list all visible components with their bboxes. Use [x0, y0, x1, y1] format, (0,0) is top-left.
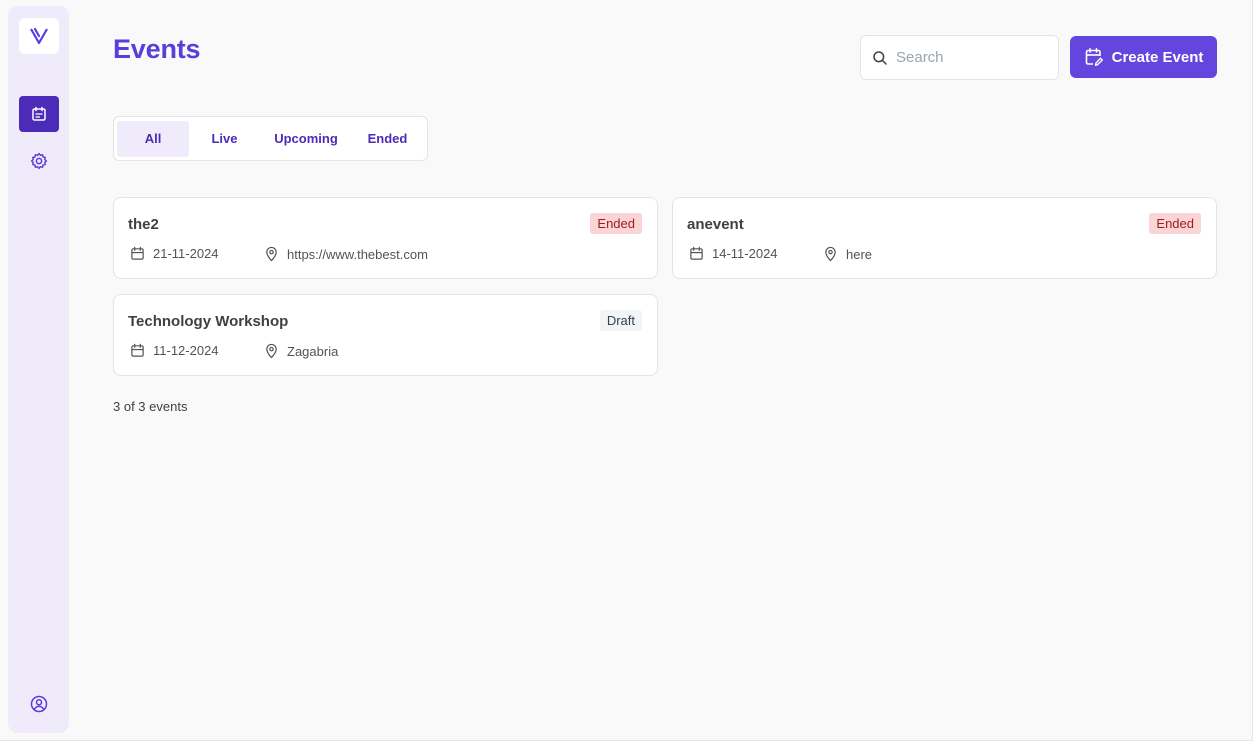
event-title: the2	[128, 216, 159, 233]
event-date-text: 21-11-2024	[153, 246, 219, 261]
event-card[interactable]: the2 Ended 21-11-2024 https://www.thebes…	[113, 197, 658, 279]
event-card[interactable]: Technology Workshop Draft 11-12-2024 Zag…	[113, 294, 658, 376]
map-pin-icon	[266, 246, 277, 262]
app-window: Events Create Event All Live Upcoming En…	[0, 0, 1253, 741]
event-date: 21-11-2024	[130, 246, 219, 261]
search-input[interactable]	[896, 49, 1046, 66]
tab-upcoming[interactable]: Upcoming	[260, 121, 352, 157]
create-event-button[interactable]: Create Event	[1070, 36, 1217, 78]
tab-all[interactable]: All	[117, 120, 189, 157]
event-location-text: Zagabria	[287, 343, 339, 359]
event-title: anevent	[687, 216, 744, 233]
event-date-text: 14-11-2024	[712, 246, 778, 261]
event-location-text: https://www.thebest.com	[287, 246, 428, 262]
event-location: https://www.thebest.com	[264, 246, 428, 262]
map-pin-icon	[266, 343, 277, 359]
gear-icon	[30, 152, 48, 170]
event-location: Zagabria	[264, 343, 338, 359]
event-card[interactable]: anevent Ended 14-11-2024 here	[672, 197, 1217, 279]
status-badge: Draft	[599, 310, 642, 331]
event-title: Technology Workshop	[128, 313, 289, 330]
sidebar-item-settings[interactable]	[19, 143, 59, 179]
calendar-edit-icon	[1085, 47, 1103, 66]
tab-ended[interactable]: Ended	[352, 121, 423, 157]
event-count: 3 of 3 events	[113, 399, 188, 414]
calendar-icon	[131, 246, 144, 260]
event-date: 11-12-2024	[130, 343, 219, 358]
search-box[interactable]	[860, 35, 1059, 80]
page-title: Events	[113, 34, 201, 64]
event-location-text: here	[846, 246, 873, 262]
sidebar	[8, 6, 69, 733]
calendar-icon	[690, 246, 703, 260]
main-content: Events Create Event All Live Upcoming En…	[113, 0, 1217, 741]
create-event-label: Create Event	[1111, 48, 1204, 66]
user-circle-icon	[30, 695, 48, 713]
v-logo-icon	[30, 27, 48, 45]
app-logo[interactable]	[19, 18, 59, 54]
event-location: here	[823, 246, 872, 262]
sidebar-item-events[interactable]	[19, 96, 59, 132]
event-date: 14-11-2024	[689, 246, 778, 261]
map-pin-icon	[825, 246, 836, 262]
calendar-icon	[32, 106, 46, 121]
tab-live[interactable]: Live	[189, 121, 260, 157]
search-icon	[873, 50, 887, 65]
status-badge: Ended	[590, 213, 642, 234]
calendar-icon	[131, 343, 144, 357]
event-date-text: 11-12-2024	[153, 343, 219, 358]
sidebar-item-profile[interactable]	[19, 686, 59, 722]
status-badge: Ended	[1149, 213, 1201, 234]
status-filter-tabs: All Live Upcoming Ended	[113, 116, 428, 161]
